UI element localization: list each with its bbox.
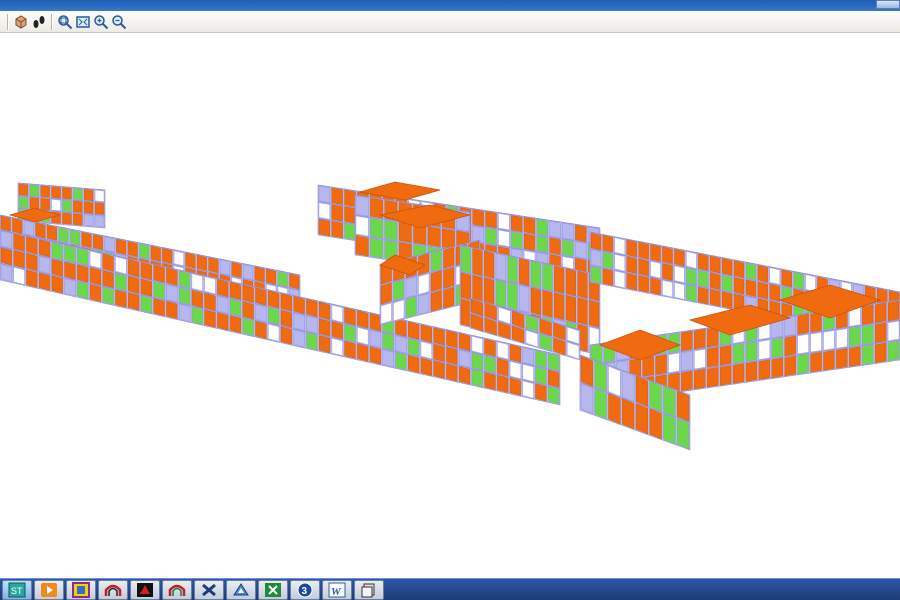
model-view-icon <box>13 14 29 30</box>
taskbar-file-manager[interactable] <box>354 579 384 600</box>
zoom-extents-icon <box>75 14 91 30</box>
toolbar-separator <box>7 13 9 30</box>
building-model <box>0 181 900 451</box>
zoom-extents-button[interactable] <box>74 13 92 31</box>
zoom-in-icon <box>93 14 109 30</box>
taskbar-media-player[interactable] <box>34 579 64 600</box>
walk-button[interactable] <box>30 13 48 31</box>
excel-icon <box>264 582 282 598</box>
walk-icon <box>31 14 47 30</box>
zoom-window-button[interactable] <box>56 13 74 31</box>
file-manager-icon <box>360 582 378 598</box>
survey-app-icon <box>232 582 250 598</box>
taskbar-word[interactable]: W <box>322 579 352 600</box>
media-player-icon <box>40 582 58 598</box>
svg-text:ST: ST <box>11 586 23 596</box>
window-control-button[interactable] <box>876 0 900 9</box>
taskbar-three-app[interactable]: 3 <box>290 579 320 600</box>
structure-app-icon: ST <box>8 582 26 598</box>
taskbar-tools-app[interactable] <box>194 579 224 600</box>
zoom-in-button[interactable] <box>92 13 110 31</box>
three-app-icon: 3 <box>296 582 314 598</box>
taskbar-design-app[interactable] <box>66 579 96 600</box>
taskbar-structure-app[interactable]: ST <box>2 579 32 600</box>
arch-app-icon <box>104 582 122 598</box>
word-icon: W <box>328 582 346 598</box>
zoom-out-button[interactable] <box>110 13 128 31</box>
taskbar: ST 3 W <box>0 578 900 600</box>
svg-text:W: W <box>331 586 342 598</box>
zoom-out-icon <box>111 14 127 30</box>
toolbar <box>0 11 900 33</box>
toolbar-separator <box>51 13 53 30</box>
taskbar-excel[interactable] <box>258 579 288 600</box>
arch-app-2-icon <box>168 582 186 598</box>
svg-text:3: 3 <box>302 586 308 597</box>
3d-viewport[interactable] <box>0 33 900 578</box>
taskbar-arch-app[interactable] <box>98 579 128 600</box>
cad-app-icon <box>136 582 154 598</box>
taskbar-arch-app-2[interactable] <box>162 579 192 600</box>
zoom-window-icon <box>57 14 73 30</box>
window-title-bar <box>0 0 900 11</box>
tools-app-icon <box>200 582 218 598</box>
taskbar-survey-app[interactable] <box>226 579 256 600</box>
model-view-button[interactable] <box>12 13 30 31</box>
taskbar-cad-app[interactable] <box>130 579 160 600</box>
design-app-icon <box>72 581 90 598</box>
